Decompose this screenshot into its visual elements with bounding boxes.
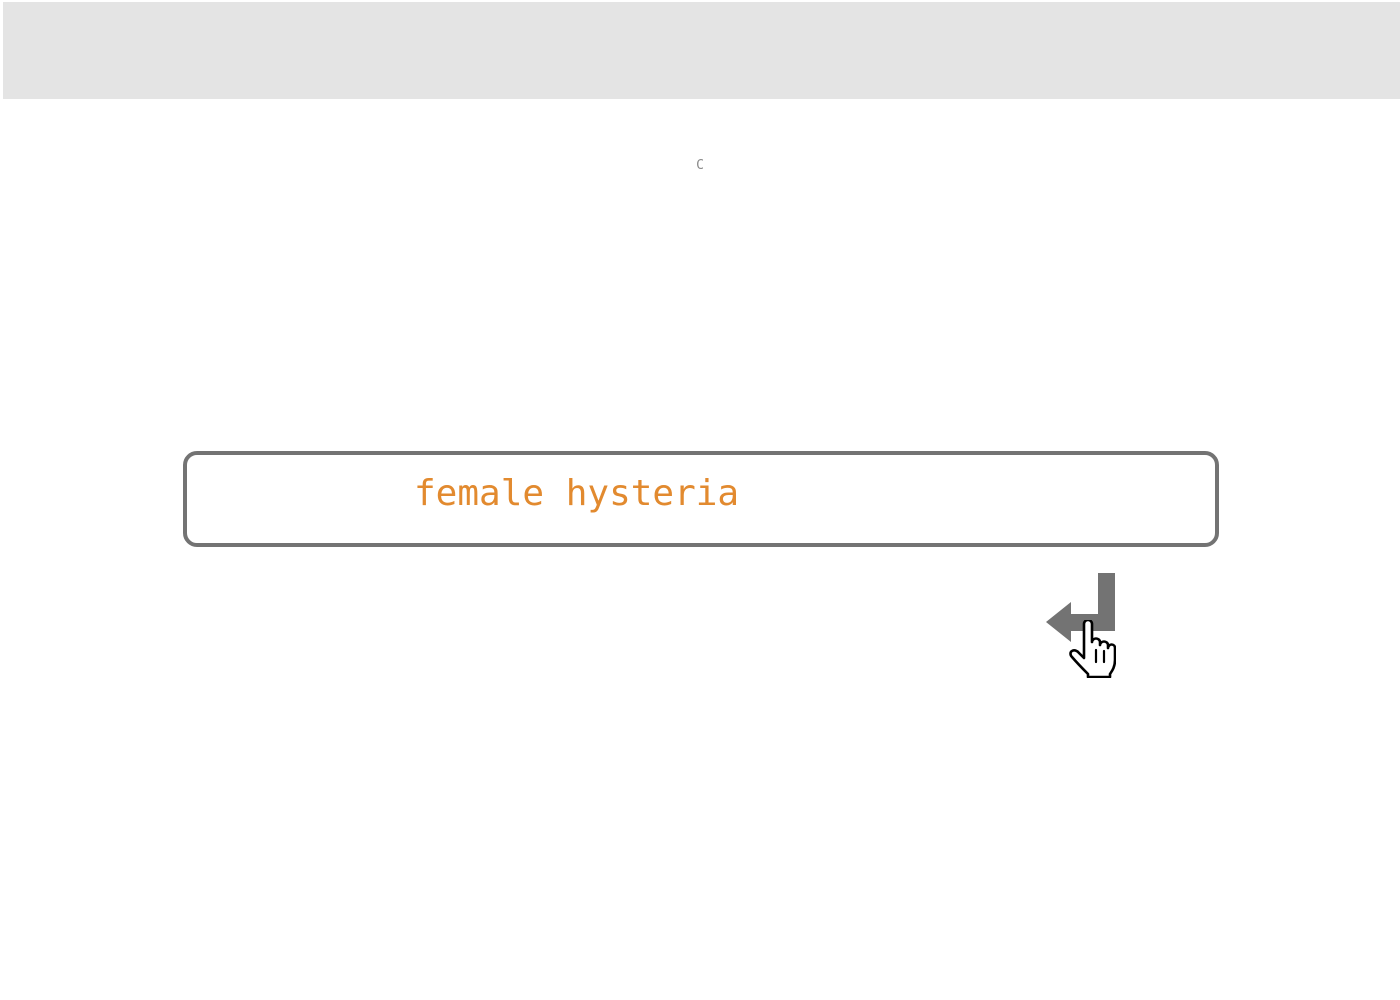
search-input-value[interactable]: female hysteria — [414, 470, 739, 518]
hand-pointer-icon — [1066, 618, 1117, 679]
page: C female hysteria — [0, 0, 1400, 1000]
top-toolbar — [3, 2, 1400, 99]
reload-icon[interactable]: C — [692, 157, 708, 175]
